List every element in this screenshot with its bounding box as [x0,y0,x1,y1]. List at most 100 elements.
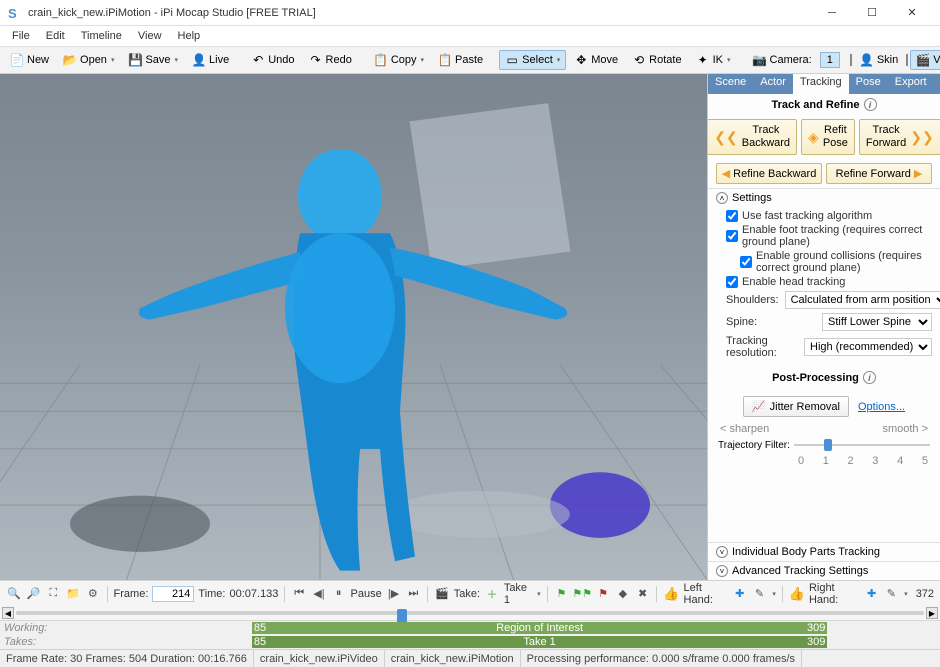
right-hand-edit-icon[interactable]: ✎ [883,585,899,603]
arrow-left-icon: ◀ [722,167,730,180]
zoom-fit-icon[interactable]: ⛶ [45,585,61,603]
ground-collisions-checkbox[interactable] [740,256,752,268]
takes-bar[interactable]: 85Take 1309 [60,636,932,648]
foot-tracking-checkbox[interactable] [726,230,738,242]
select-tool[interactable]: ▭Select▾ [499,50,566,70]
close-button[interactable]: ✕ [892,0,932,26]
individual-body-parts-header[interactable]: ˅Individual Body Parts Tracking [708,542,940,561]
roi-bars: Working: 85Region of Interest309 Takes: … [0,620,940,649]
chevron-down-icon: ˅ [716,546,728,558]
trajectory-filter-slider[interactable] [794,437,930,453]
video-bars-icon[interactable] [906,54,908,66]
tab-export[interactable]: Export [888,74,934,94]
diamond-icon: ◈ [808,129,819,146]
working-label: Working: [0,622,60,634]
trajectory-filter-label: Trajectory Filter: [718,440,790,451]
live-button[interactable]: 👤Live [186,50,235,70]
ik-tool[interactable]: ✦IK▾ [690,50,737,70]
settings-icon[interactable]: ⚙ [85,585,101,603]
status-bar: Frame Rate: 30 Frames: 504 Duration: 00:… [0,649,940,667]
video-icon: 🎬 [916,53,930,67]
camera-icon: 📷 [753,53,767,67]
take-icon[interactable]: 🎬 [434,585,450,603]
settings-header[interactable]: ˄ Settings [708,188,940,207]
frame-label: Frame: [114,588,149,600]
video-toggle[interactable]: 🎬Video [910,50,940,70]
save-button[interactable]: 💾Save▾ [122,50,184,70]
zoom-in-icon[interactable]: 🔍 [6,585,22,603]
track-forward-button[interactable]: Track Forward❯❯ [859,119,940,155]
timeline-slider[interactable]: ◀ ▶ [0,606,940,620]
redo-button[interactable]: ↷Redo [303,50,358,70]
tab-actor[interactable]: Actor [753,74,793,94]
undo-button[interactable]: ↶Undo [245,50,300,70]
flag-green-icon[interactable]: ⚑ [554,585,570,603]
skip-end-icon[interactable]: ⏭ [405,585,421,603]
left-hand-add-icon[interactable]: ✚ [732,585,748,603]
info-icon[interactable]: i [864,98,877,111]
menu-edit[interactable]: Edit [38,28,73,44]
open-button[interactable]: 📂Open▾ [57,50,120,70]
chevron-down-icon: ▾ [175,56,179,64]
timeline-thumb[interactable] [397,609,407,623]
step-back-icon[interactable]: ◀| [311,585,327,603]
menu-timeline[interactable]: Timeline [73,28,130,44]
refine-forward-button[interactable]: Refine Forward▶ [826,163,932,184]
options-link[interactable]: Options... [858,401,905,413]
menu-view[interactable]: View [130,28,170,44]
status-perf: Processing performance: 0.000 s/frame 0.… [521,650,802,667]
menu-file[interactable]: File [4,28,38,44]
delete-icon[interactable]: ✖ [635,585,651,603]
step-fwd-icon[interactable]: |▶ [386,585,402,603]
shoulders-select[interactable]: Calculated from arm position [785,291,940,309]
camera-number[interactable]: 1 [820,52,840,68]
move-tool[interactable]: ✥Move [568,50,624,70]
refit-pose-button[interactable]: ◈Refit Pose [801,119,855,155]
tab-scene[interactable]: Scene [708,74,753,94]
app-icon: S [8,6,22,20]
flag-red-icon[interactable]: ⚑ [595,585,611,603]
status-framerate: Frame Rate: 30 Frames: 504 Duration: 00:… [0,650,254,667]
left-hand-edit-icon[interactable]: ✎ [752,585,768,603]
frame-input[interactable] [152,586,194,602]
folder-icon[interactable]: 📁 [65,585,81,603]
marker-icon[interactable]: ◆ [615,585,631,603]
refine-backward-button[interactable]: ◀Refine Backward [716,163,822,184]
add-take-icon[interactable]: ＋ [484,585,500,603]
spine-select[interactable]: Stiff Lower Spine [822,313,932,331]
minimize-button[interactable]: ─ [812,0,852,26]
pause-icon[interactable]: ⏸ [331,585,347,603]
slider-thumb[interactable] [824,439,832,451]
track-backward-button[interactable]: ❮❮Track Backward [707,119,797,155]
rotate-tool[interactable]: ⟲Rotate [626,50,687,70]
skin-toggle[interactable]: 👤Skin [854,50,904,70]
skip-start-icon[interactable]: ⏮ [291,585,307,603]
timeline-right-button[interactable]: ▶ [926,607,938,619]
skin-bars-icon[interactable] [850,54,852,66]
zoom-out-icon[interactable]: 🔎 [26,585,42,603]
viewport-3d[interactable] [0,74,707,580]
fast-tracking-checkbox[interactable] [726,210,738,222]
info-icon[interactable]: i [863,371,876,384]
move-icon: ✥ [574,53,588,67]
new-button[interactable]: 📄New [4,50,55,70]
paste-button[interactable]: 📋Paste [432,50,489,70]
take-name[interactable]: Take 1 [504,582,532,606]
head-tracking-checkbox[interactable] [726,276,738,288]
copy-button[interactable]: 📋Copy▾ [368,50,430,70]
tracking-resolution-select[interactable]: High (recommended) [804,338,932,356]
advanced-tracking-header[interactable]: ˅Advanced Tracking Settings [708,561,940,580]
maximize-button[interactable]: ☐ [852,0,892,26]
camera-label: 📷Camera: [747,50,818,70]
toolbar: 📄New 📂Open▾ 💾Save▾ 👤Live ↶Undo ↷Redo 📋Co… [0,46,940,74]
flag-pair-icon[interactable]: ⚑⚑ [573,585,591,603]
tab-pose[interactable]: Pose [849,74,888,94]
jitter-removal-button[interactable]: 📈Jitter Removal [743,396,849,417]
roi-bar[interactable]: 85Region of Interest309 [60,622,932,634]
right-hand-add-icon[interactable]: ✚ [864,585,880,603]
tab-tracking[interactable]: Tracking [793,74,849,94]
timeline-left-button[interactable]: ◀ [2,607,14,619]
paste-icon: 📋 [438,53,452,67]
tab-batch[interactable]: Batch [934,74,940,94]
menu-help[interactable]: Help [170,28,209,44]
